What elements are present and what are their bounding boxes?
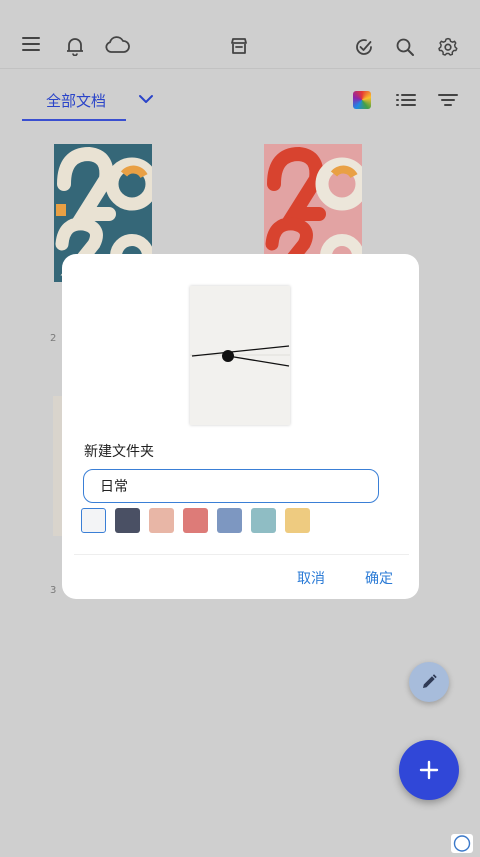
gear-icon[interactable] — [438, 37, 458, 57]
color-swatch[interactable] — [217, 508, 242, 533]
cancel-button[interactable]: 取消 — [297, 568, 325, 588]
chevron-down-icon[interactable] — [138, 93, 154, 105]
folder-cover-preview — [190, 286, 290, 425]
new-folder-dialog: 新建文件夹 取消 确定 — [62, 254, 419, 599]
plus-icon — [419, 760, 439, 780]
notebook-caption: 2 — [50, 333, 57, 344]
cloud-icon[interactable] — [104, 36, 130, 54]
color-swatch[interactable] — [81, 508, 106, 533]
color-swatch[interactable] — [149, 508, 174, 533]
color-swatch[interactable] — [115, 508, 140, 533]
color-swatch[interactable] — [183, 508, 208, 533]
cover-preview-art — [190, 286, 290, 425]
tab-active-indicator — [22, 119, 126, 121]
bell-icon[interactable] — [65, 36, 85, 56]
dialog-divider — [74, 554, 409, 555]
search-icon[interactable] — [395, 37, 415, 57]
store-icon[interactable] — [229, 36, 249, 56]
logo-icon — [453, 835, 471, 852]
menu-icon[interactable] — [21, 36, 41, 52]
sort-filter-icon[interactable] — [438, 93, 458, 107]
check-circle-icon[interactable] — [354, 37, 374, 57]
add-fab-button[interactable] — [399, 740, 459, 800]
folder-name-input[interactable] — [83, 469, 379, 503]
dialog-title: 新建文件夹 — [84, 444, 154, 460]
pencil-icon — [423, 674, 437, 688]
list-view-icon[interactable] — [396, 93, 416, 107]
color-palette-icon[interactable] — [353, 91, 371, 109]
tab-all-documents[interactable]: 全部文档 — [46, 90, 106, 111]
color-swatch[interactable] — [251, 508, 276, 533]
notebook-caption: 3 — [50, 585, 57, 596]
app-logo-badge — [451, 834, 473, 853]
color-swatch[interactable] — [285, 508, 310, 533]
confirm-button[interactable]: 确定 — [365, 568, 393, 588]
edit-fab-button[interactable] — [409, 662, 449, 702]
top-bar — [0, 0, 480, 69]
